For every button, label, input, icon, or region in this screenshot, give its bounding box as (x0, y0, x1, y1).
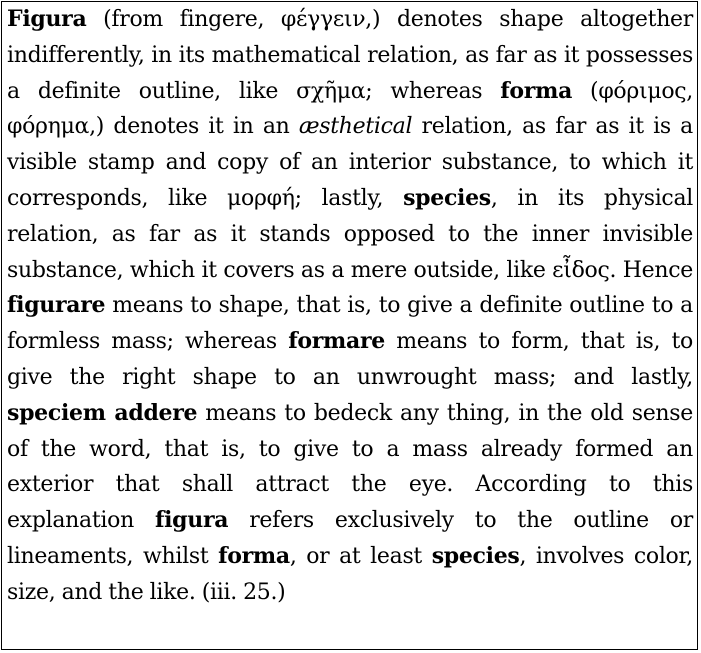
text-run: , or at least (289, 543, 432, 569)
term-figura: Figura (7, 6, 87, 32)
term-forma-2: forma (218, 542, 290, 569)
term-figurare: figurare (7, 292, 106, 319)
page: Figura (from fingere, φέγγειν,) denotes … (0, 0, 701, 653)
term-speciem-addere: speciem addere (7, 399, 198, 426)
term-species-2: species (431, 542, 520, 569)
term-species: species (403, 184, 491, 211)
term-figura-2: figura (154, 507, 229, 534)
paragraph: Figura (from fingere, φέγγειν,) denotes … (7, 2, 693, 611)
term-forma: forma (500, 77, 573, 104)
italic-aesthetical: æsthetical (298, 114, 413, 140)
term-formare: formare (288, 328, 385, 355)
